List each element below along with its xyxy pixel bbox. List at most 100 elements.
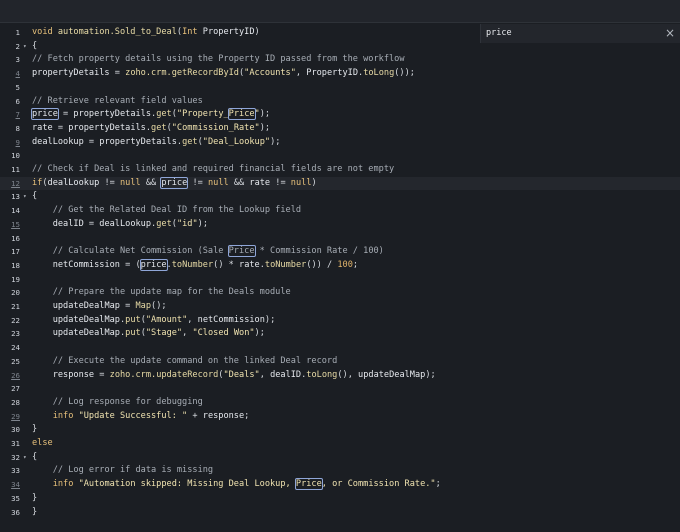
code-line[interactable]: 28 // Log response for debugging: [0, 396, 680, 410]
code-line[interactable]: 17 // Calculate Net Commission (Sale Pri…: [0, 245, 680, 259]
code-line[interactable]: 11 // Check if Deal is linked and require…: [0, 163, 680, 177]
code-token: PropertyID: [306, 68, 359, 79]
code-token: }: [32, 506, 38, 517]
code-line[interactable]: 33 // Log error if data is missing: [0, 464, 680, 478]
code-token: updateDealMap: [52, 328, 120, 339]
code-line[interactable]: 12 if(dealLookup != null && price != null…: [0, 176, 680, 191]
code-token: "Commission_Rate": [171, 122, 260, 133]
code-line[interactable]: 14 // Get the Related Deal ID from the L…: [0, 204, 680, 218]
code-line[interactable]: 18 netCommission = (price.toNumber() * r…: [0, 258, 680, 273]
fold-chevron-icon[interactable]: ▾: [23, 40, 27, 54]
code-token: !=: [187, 177, 208, 188]
close-icon[interactable]: ×: [663, 26, 677, 40]
code-token: "Accounts": [244, 68, 296, 79]
code-text: // Execute the update command on the lin…: [32, 355, 338, 369]
code-token: toNumber: [264, 259, 307, 270]
code-token: toLong: [306, 369, 338, 380]
code-token: +: [187, 410, 203, 421]
line-number: 17: [11, 247, 20, 257]
code-token: * Commission Rate / 100): [254, 246, 384, 257]
code-line[interactable]: 29 info "Update Successful: " + response…: [0, 410, 680, 424]
line-number: 10: [11, 151, 20, 161]
fold-chevron-icon[interactable]: ▾: [23, 190, 27, 204]
line-number: 14: [11, 206, 20, 216]
code-line[interactable]: 4 propertyDetails = zoho.crm.getRecordByI…: [0, 67, 680, 81]
code-text: info "Update Successful: " + response;: [32, 410, 250, 424]
code-token: netCommission: [197, 314, 265, 325]
code-token: ,: [259, 369, 271, 380]
code-editor[interactable]: 1 void automation.Sold_to_Deal(Int Proper…: [0, 26, 680, 532]
search-match: price: [31, 108, 59, 121]
code-token: PropertyID: [202, 27, 255, 37]
code-line[interactable]: 13 ▾ {: [0, 190, 680, 204]
code-line[interactable]: 35}: [0, 492, 680, 506]
code-text: // Log error if data is missing: [32, 464, 213, 478]
code-line[interactable]: 31 else: [0, 437, 680, 451]
line-number: 2: [15, 41, 20, 51]
code-token: // Log error if data is missing: [52, 465, 214, 476]
line-number: 27: [11, 384, 20, 394]
search-match: price: [139, 258, 168, 271]
line-number: 3: [15, 55, 20, 65]
code-line[interactable]: 32 ▾ {: [0, 451, 680, 465]
fold-chevron-icon[interactable]: ▾: [23, 451, 27, 465]
code-line[interactable]: 20 // Prepare the update map for the Dea…: [0, 286, 680, 300]
code-line[interactable]: 26 response = zoho.crm.updateRecord("Dea…: [0, 369, 680, 383]
code-line[interactable]: 21 updateDealMap = Map();: [0, 300, 680, 314]
code-line[interactable]: 6 // Retrieve relevant field values: [0, 95, 680, 109]
code-token: "Property_: [176, 109, 229, 120]
code-token: Map: [135, 301, 152, 311]
code-line[interactable]: 19: [0, 273, 680, 287]
code-line[interactable]: 3 // Fetch property details using the Pro…: [0, 53, 680, 67]
code-token: }: [32, 424, 38, 435]
code-line[interactable]: 8 rate = propertyDetails.get("Commission_…: [0, 122, 680, 136]
code-text: response = zoho.crm.updateRecord("Deals"…: [32, 369, 436, 383]
line-number: 6: [15, 96, 20, 106]
code-line[interactable]: 10: [0, 149, 680, 163]
line-number: 29: [11, 411, 20, 421]
code-token: ,: [295, 68, 307, 79]
line-number: 34: [11, 480, 20, 490]
code-line[interactable]: 22 updateDealMap.put("Amount", netCommis…: [0, 314, 680, 328]
search-match: Price: [294, 478, 323, 491]
code-token: toLong: [363, 68, 395, 79]
code-token: put: [125, 328, 141, 339]
code-line[interactable]: 30}: [0, 423, 680, 437]
code-line[interactable]: 24: [0, 341, 680, 355]
code-text: // Check if Deal is linked and required …: [32, 163, 394, 177]
code-token: zoho.crm.updateRecord: [109, 369, 219, 380]
code-line[interactable]: 23 updateDealMap.put("Stage", "Closed Wo…: [0, 327, 680, 341]
code-text: }: [32, 423, 37, 437]
code-token: =: [109, 68, 126, 79]
search-input[interactable]: [485, 26, 656, 40]
code-token: void: [32, 27, 58, 37]
code-text: dealID = dealLookup.get("id");: [32, 218, 208, 232]
code-line[interactable]: 16: [0, 232, 680, 246]
code-line[interactable]: 7 price = propertyDetails.get("Property_P…: [0, 108, 680, 122]
code-token: ,: [182, 328, 193, 339]
line-number: 8: [15, 123, 20, 133]
code-line[interactable]: 9 dealLookup = propertyDetails.get("Deal_…: [0, 136, 680, 150]
code-text: void automation.Sold_to_Deal(Int Propert…: [32, 26, 260, 40]
code-line[interactable]: 25 // Execute the update command on the …: [0, 355, 680, 369]
code-token: () *: [213, 259, 240, 270]
code-token: {: [32, 451, 38, 462]
code-token: "Automation skipped: Missing Deal Lookup…: [78, 479, 296, 490]
code-line[interactable]: 27: [0, 382, 680, 396]
code-line[interactable]: 34 info "Automation skipped: Missing Dea…: [0, 478, 680, 492]
code-text: {: [32, 190, 37, 204]
code-token: // Calculate Net Commission (Sale: [52, 246, 229, 257]
code-line[interactable]: 36}: [0, 506, 680, 520]
code-token: );: [259, 109, 271, 120]
code-line[interactable]: 15 dealID = dealLookup.get("id");: [0, 218, 680, 232]
code-token: info: [52, 410, 79, 421]
code-token: ;: [352, 259, 359, 270]
line-number: 5: [15, 82, 20, 92]
code-token: !=: [270, 177, 291, 188]
code-line[interactable]: 5: [0, 81, 680, 95]
